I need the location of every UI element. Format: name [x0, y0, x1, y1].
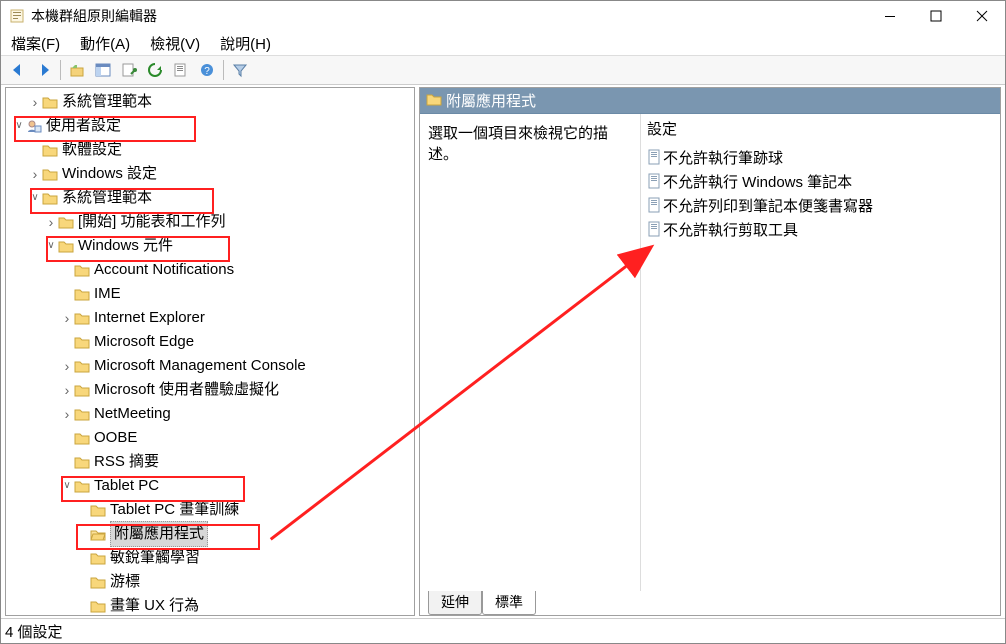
folder-icon	[58, 214, 76, 230]
policy-icon	[647, 221, 663, 237]
filter-button[interactable]	[227, 57, 253, 83]
list-item[interactable]: 不允許執行剪取工具尚	[641, 217, 1000, 241]
menubar: 檔案(F) 動作(A) 檢視(V) 說明(H)	[1, 31, 1005, 56]
tree-item-windows-components[interactable]: Windows 元件	[12, 234, 414, 258]
svg-text:?: ?	[204, 66, 210, 77]
folder-icon	[74, 334, 92, 350]
list-item[interactable]: 不允許執行筆跡球尚	[641, 145, 1000, 169]
policy-icon	[647, 173, 663, 189]
folder-icon	[74, 430, 92, 446]
description-panel: 選取一個項目來檢視它的描述。	[420, 114, 641, 591]
tree-item-internet-explorer[interactable]: Internet Explorer	[12, 306, 414, 330]
back-button[interactable]	[5, 57, 31, 83]
tree-item-admin-templates-computer[interactable]: 系統管理範本	[12, 90, 414, 114]
app-icon	[9, 8, 25, 24]
folder-icon	[426, 91, 442, 111]
close-button[interactable]	[959, 1, 1005, 31]
export-button[interactable]	[168, 57, 194, 83]
right-pane-title: 附屬應用程式	[446, 90, 536, 111]
toolbar-sep	[60, 60, 61, 80]
tree-item-admin-templates-user[interactable]: 系統管理範本	[12, 186, 414, 210]
up-button[interactable]	[64, 57, 90, 83]
forward-button[interactable]	[31, 57, 57, 83]
tree-item-pen-ux[interactable]: 畫筆 UX 行為	[12, 594, 414, 616]
folder-icon	[74, 358, 92, 374]
folder-icon	[58, 238, 76, 254]
tree-item-tabletpc-training[interactable]: Tablet PC 畫筆訓練	[12, 498, 414, 522]
folder-icon	[42, 190, 60, 206]
status-text: 4 個設定	[5, 621, 63, 642]
menu-file[interactable]: 檔案(F)	[1, 31, 70, 56]
folder-icon	[74, 310, 92, 326]
main-panes: 系統管理範本 使用者設定 軟體設定 Windows 設定 系統管理範本 [開始]…	[1, 85, 1005, 618]
statusbar: 4 個設定	[1, 618, 1005, 643]
tree-item-oobe[interactable]: OOBE	[12, 426, 414, 450]
toolbar-sep-2	[223, 60, 224, 80]
column-setting[interactable]: 設定	[647, 118, 994, 139]
show-hide-tree-button[interactable]	[90, 57, 116, 83]
window: 本機群組原則編輯器 檔案(F) 動作(A) 檢視(V) 說明(H) ?	[0, 0, 1006, 644]
folder-icon	[74, 382, 92, 398]
toolbar: ?	[1, 56, 1005, 85]
tree-item-cursors[interactable]: 游標	[12, 570, 414, 594]
maximize-button[interactable]	[913, 1, 959, 31]
tree-item-rss[interactable]: RSS 摘要	[12, 450, 414, 474]
policy-icon	[647, 197, 663, 213]
tab-extended[interactable]: 延伸	[428, 591, 482, 615]
user-config-icon	[26, 118, 44, 134]
right-pane: 附屬應用程式 選取一個項目來檢視它的描述。 設定 不允許執行筆跡球尚 不允許執行…	[419, 87, 1001, 616]
titlebar: 本機群組原則編輯器	[1, 1, 1005, 31]
menu-action[interactable]: 動作(A)	[70, 31, 140, 56]
folder-icon	[42, 142, 60, 158]
folder-open-icon	[90, 526, 108, 542]
folder-icon	[74, 286, 92, 302]
folder-icon	[74, 478, 92, 494]
tree-item-account-notifications[interactable]: Account Notifications	[12, 258, 414, 282]
window-title: 本機群組原則編輯器	[31, 6, 867, 26]
tree-item-tabletpc[interactable]: Tablet PC	[12, 474, 414, 498]
right-pane-header: 附屬應用程式	[420, 88, 1000, 114]
tree-item-netmeeting[interactable]: NetMeeting	[12, 402, 414, 426]
properties-button[interactable]	[116, 57, 142, 83]
folder-icon	[90, 574, 108, 590]
tree-item-ime[interactable]: IME	[12, 282, 414, 306]
folder-icon	[90, 502, 108, 518]
tree-item-mmc[interactable]: Microsoft Management Console	[12, 354, 414, 378]
tree-item-uev[interactable]: Microsoft 使用者體驗虛擬化	[12, 378, 414, 402]
settings-list: 設定 不允許執行筆跡球尚 不允許執行 Windows 筆記本尚 不允許列印到筆記…	[641, 114, 1000, 591]
tree-item-start-menu[interactable]: [開始] 功能表和工作列	[12, 210, 414, 234]
tree-item-microsoft-edge[interactable]: Microsoft Edge	[12, 330, 414, 354]
help-button[interactable]: ?	[194, 57, 220, 83]
menu-help[interactable]: 說明(H)	[210, 31, 281, 56]
folder-icon	[74, 262, 92, 278]
list-body[interactable]: 不允許執行筆跡球尚 不允許執行 Windows 筆記本尚 不允許列印到筆記本便箋…	[641, 145, 1000, 591]
tree-item-windows-settings[interactable]: Windows 設定	[12, 162, 414, 186]
tree-item-accessories[interactable]: 附屬應用程式	[12, 522, 414, 546]
policy-icon	[647, 149, 663, 165]
folder-icon	[90, 550, 108, 566]
list-item[interactable]: 不允許執行 Windows 筆記本尚	[641, 169, 1000, 193]
tab-standard[interactable]: 標準	[482, 591, 536, 615]
minimize-button[interactable]	[867, 1, 913, 31]
folder-icon	[42, 166, 60, 182]
folder-icon	[74, 454, 92, 470]
folder-icon	[90, 598, 108, 614]
right-pane-tabs: 延伸 標準	[420, 591, 1000, 615]
folder-icon	[42, 94, 60, 110]
tree-item-pen-feedback[interactable]: 敏銳筆觸學習	[12, 546, 414, 570]
tree-item-user-config[interactable]: 使用者設定	[12, 114, 414, 138]
list-header[interactable]: 設定	[641, 114, 1000, 145]
folder-icon	[74, 406, 92, 422]
list-item[interactable]: 不允許列印到筆記本便箋書寫器尚	[641, 193, 1000, 217]
menu-view[interactable]: 檢視(V)	[140, 31, 210, 56]
tree-pane[interactable]: 系統管理範本 使用者設定 軟體設定 Windows 設定 系統管理範本 [開始]…	[5, 87, 415, 616]
tree-item-software-settings[interactable]: 軟體設定	[12, 138, 414, 162]
refresh-button[interactable]	[142, 57, 168, 83]
